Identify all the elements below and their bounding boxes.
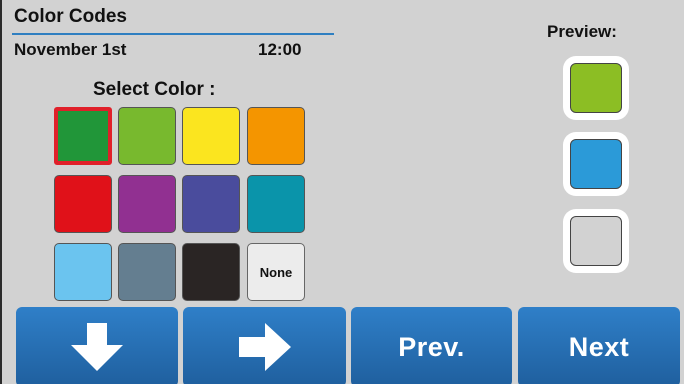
next-button-label: Next xyxy=(568,331,630,362)
swatch-dark-green[interactable] xyxy=(54,107,112,165)
swatch-light-blue[interactable] xyxy=(54,243,112,301)
time-display: 12:00 xyxy=(258,40,302,59)
swatch-red[interactable] xyxy=(54,175,112,233)
swatch-teal[interactable] xyxy=(247,175,305,233)
swatch-indigo[interactable] xyxy=(182,175,240,233)
preview-label: Preview: xyxy=(547,22,617,41)
swatch-none-label: None xyxy=(259,264,293,280)
date-display: November 1st xyxy=(14,40,127,59)
swatch-slate[interactable] xyxy=(118,243,176,301)
swatch-black[interactable] xyxy=(182,243,240,301)
preview-slot-1[interactable] xyxy=(563,56,629,120)
select-color-label: Select Color : xyxy=(93,79,216,100)
preview-slot-2[interactable] xyxy=(563,132,629,196)
preview-swatch-3 xyxy=(570,216,622,266)
swatch-light-green[interactable] xyxy=(118,107,176,165)
preview-swatch-1 xyxy=(570,63,622,113)
down-button[interactable] xyxy=(16,307,178,384)
preview-slot-3[interactable] xyxy=(563,209,629,273)
swatch-yellow[interactable] xyxy=(182,107,240,165)
swatch-orange[interactable] xyxy=(247,107,305,165)
color-codes-screen: Color Codes November 1st 12:00 Select Co… xyxy=(0,0,684,384)
swatch-none[interactable]: None xyxy=(247,243,305,301)
swatch-purple[interactable] xyxy=(118,175,176,233)
arrow-down-icon xyxy=(71,323,123,371)
title-divider xyxy=(12,33,334,35)
prev-button[interactable]: Prev. xyxy=(351,307,512,384)
page-title: Color Codes xyxy=(14,6,127,27)
preview-swatch-2 xyxy=(570,139,622,189)
right-button[interactable] xyxy=(183,307,346,384)
next-button[interactable]: Next xyxy=(518,307,680,384)
arrow-right-icon xyxy=(238,323,291,371)
prev-button-label: Prev. xyxy=(398,331,465,362)
